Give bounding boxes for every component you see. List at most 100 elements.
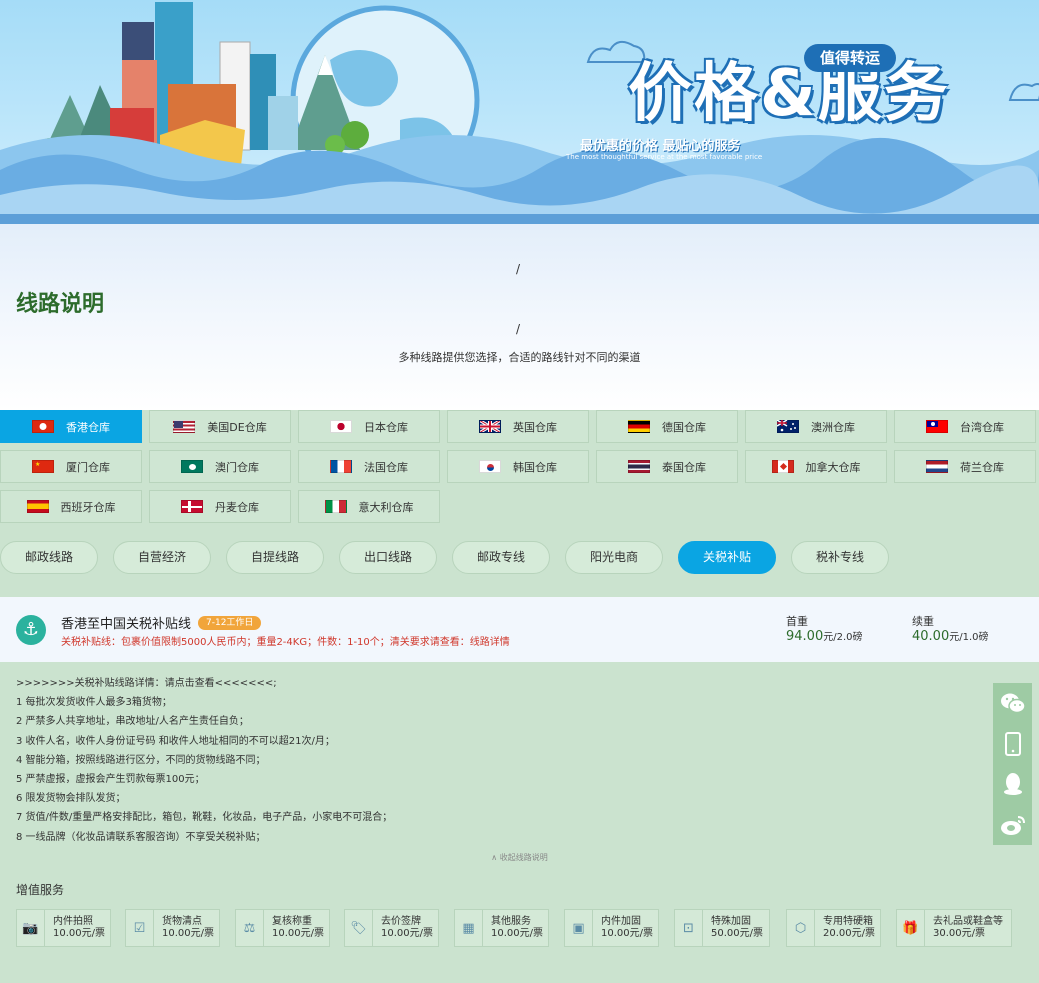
cube-icon: ⬡ <box>787 910 815 946</box>
mo-flag-icon <box>181 460 203 473</box>
tab-route-tax-subsidy[interactable]: 税补专线 <box>791 541 889 574</box>
detail-line: >>>>>>>关税补贴线路详情：请点击查看<<<<<<<; <box>16 678 277 689</box>
phone-icon[interactable] <box>993 724 1032 765</box>
qq-icon[interactable] <box>993 764 1032 805</box>
detail-line: 5 严禁虚报，虚报会产生罚款每票100元； <box>16 774 205 786</box>
service-price: 10.00元/票 <box>601 928 653 939</box>
next-weight-label: 续重 <box>912 615 934 628</box>
service-name: 去礼品或鞋盒等 <box>933 916 1003 927</box>
tab-warehouse-es[interactable]: 西班牙仓库 <box>0 490 142 523</box>
it-flag-icon <box>324 500 347 513</box>
tab-warehouse-dk[interactable]: 丹麦仓库 <box>149 490 291 523</box>
detail-line: 7 货值/件数/重量严格安排配比，箱包，靴鞋，化妆品，电子产品，小家电不可混合； <box>16 812 393 824</box>
warehouse-label: 澳门仓库 <box>215 460 259 474</box>
warehouse-label: 荷兰仓库 <box>960 460 1004 474</box>
tab-warehouse-de[interactable]: 德国仓库 <box>596 410 738 443</box>
service-item-special-reinforce[interactable]: ⊡ 特殊加固 50.00元/票 <box>674 909 770 947</box>
warehouse-label: 德国仓库 <box>662 420 706 434</box>
tab-route-sunshine-ecommerce[interactable]: 阳光电商 <box>565 541 663 574</box>
fr-flag-icon <box>330 460 352 473</box>
tab-warehouse-hk[interactable]: 香港仓库 <box>0 410 142 443</box>
service-name: 复核称重 <box>272 916 312 927</box>
service-item-inner-reinforce[interactable]: ▣ 内件加固 10.00元/票 <box>564 909 659 947</box>
wechat-icon[interactable] <box>993 683 1032 724</box>
camera-icon: 📷 <box>17 910 45 946</box>
service-price: 10.00元/票 <box>491 928 543 939</box>
value-added-services-title: 增值服务 <box>16 883 65 897</box>
tab-warehouse-th[interactable]: 泰国仓库 <box>596 450 738 483</box>
warehouse-label: 韩国仓库 <box>513 460 557 474</box>
uk-flag-icon <box>479 420 501 433</box>
section-subtitle: 多种线路提供您选择，合适的路线针对不同的渠道 <box>398 351 641 364</box>
delivery-time-badge: 7-12工作日 <box>198 616 262 630</box>
route-name: 香港至中国关税补贴线 <box>61 617 192 632</box>
service-item-other[interactable]: ▦ 其他服务 10.00元/票 <box>454 909 549 947</box>
tab-route-self-economy[interactable]: 自营经济 <box>113 541 211 574</box>
tab-warehouse-it[interactable]: 意大利仓库 <box>298 490 440 523</box>
route-details-link[interactable]: 线路详情 <box>470 637 510 648</box>
warehouse-label: 日本仓库 <box>364 420 408 434</box>
banner-badge: 值得转运 <box>804 44 896 72</box>
tab-route-tariff-subsidy[interactable]: 关税补贴 <box>678 541 776 574</box>
warehouse-label: 丹麦仓库 <box>215 500 259 514</box>
box-icon: ▣ <box>565 910 593 946</box>
scale-icon: ⚖ <box>236 910 264 946</box>
jp-flag-icon <box>330 420 352 433</box>
intro-divider-top: / <box>516 262 521 276</box>
weibo-icon[interactable] <box>993 805 1032 846</box>
warehouse-label: 澳洲仓库 <box>811 420 855 434</box>
tab-warehouse-mo[interactable]: 澳门仓库 <box>149 450 291 483</box>
intro-divider-bottom: / <box>516 322 521 336</box>
tab-warehouse-nl[interactable]: 荷兰仓库 <box>894 450 1036 483</box>
detail-line: 1 每批次发货收件人最多3箱货物； <box>16 697 172 709</box>
service-name: 货物清点 <box>162 916 202 927</box>
tab-warehouse-tw[interactable]: 台湾仓库 <box>894 410 1036 443</box>
service-item-photo[interactable]: 📷 内件拍照 10.00元/票 <box>16 909 111 947</box>
route-description-text: 关税补贴线：包裹价值限制5000人民币内；重量2-4KG；件数：1-10个；清关… <box>61 637 470 648</box>
tab-warehouse-ca[interactable]: 加拿大仓库 <box>745 450 887 483</box>
first-weight-unit: 元/2.0磅 <box>823 632 863 643</box>
tab-route-self-pickup[interactable]: 自提线路 <box>226 541 324 574</box>
first-weight-price: 94.00元/2.0磅 <box>786 628 863 644</box>
hk-flag-icon <box>32 420 54 433</box>
package-icon: ⊡ <box>675 910 703 946</box>
anchor-icon: ⚓ <box>16 615 46 645</box>
detail-line: 3 收件人名，收件人身份证号码 和收件人地址相同的不可以超21次/月； <box>16 735 335 747</box>
service-item-count[interactable]: ☑ 货物清点 10.00元/票 <box>125 909 220 947</box>
tab-route-export[interactable]: 出口线路 <box>339 541 437 574</box>
next-weight-price: 40.00元/1.0磅 <box>912 628 989 644</box>
first-weight-amount: 94.00 <box>786 629 824 644</box>
tab-warehouse-xm[interactable]: ★ 厦门仓库 <box>0 450 142 483</box>
tab-warehouse-au[interactable]: 澳洲仓库 <box>745 410 887 443</box>
collapse-route-details-button[interactable]: ∧ 收起线路说明 <box>0 852 1039 863</box>
service-price: 20.00元/票 <box>823 928 875 939</box>
tab-warehouse-fr[interactable]: 法国仓库 <box>298 450 440 483</box>
service-item-remove-gift-box[interactable]: 🎁 去礼品或鞋盒等 30.00元/票 <box>896 909 1012 947</box>
cn-flag-icon: ★ <box>32 460 54 473</box>
tab-route-postal-special[interactable]: 邮政专线 <box>452 541 550 574</box>
us-flag-icon <box>173 420 196 433</box>
tab-route-postal[interactable]: 邮政线路 <box>0 541 98 574</box>
de-flag-icon <box>628 420 650 433</box>
tab-warehouse-kr[interactable]: 韩国仓库 <box>447 450 589 483</box>
service-price: 10.00元/票 <box>381 928 433 939</box>
route-intro: / 线路说明 / 多种线路提供您选择，合适的路线针对不同的渠道 <box>0 224 1039 410</box>
banner-slogan-en: The most thoughtful service at the most … <box>566 153 763 161</box>
banner: 价格&服务 值得转运 最优惠的价格 最贴心的服务 The most though… <box>0 0 1039 224</box>
tab-warehouse-us[interactable]: 美国DE仓库 <box>149 410 291 443</box>
service-item-reweigh[interactable]: ⚖ 复核称重 10.00元/票 <box>235 909 330 947</box>
service-item-hard-box[interactable]: ⬡ 专用特硬箱 20.00元/票 <box>786 909 881 947</box>
warehouse-label: 西班牙仓库 <box>60 500 116 514</box>
service-name: 内件拍照 <box>53 916 93 927</box>
th-flag-icon <box>628 460 650 473</box>
tab-warehouse-uk[interactable]: 英国仓库 <box>447 410 589 443</box>
au-flag-icon <box>777 420 799 433</box>
contact-sidebar <box>993 683 1032 845</box>
warehouse-label: 台湾仓库 <box>960 420 1004 434</box>
warehouse-label: 香港仓库 <box>66 420 110 434</box>
tag-icon: 🏷 <box>345 910 373 946</box>
service-item-remove-tags[interactable]: 🏷 去价签牌 10.00元/票 <box>344 909 439 947</box>
section-title: 线路说明 <box>16 292 105 317</box>
tab-warehouse-jp[interactable]: 日本仓库 <box>298 410 440 443</box>
detail-line: 4 智能分箱，按照线路进行区分，不同的货物线路不同； <box>16 754 266 766</box>
